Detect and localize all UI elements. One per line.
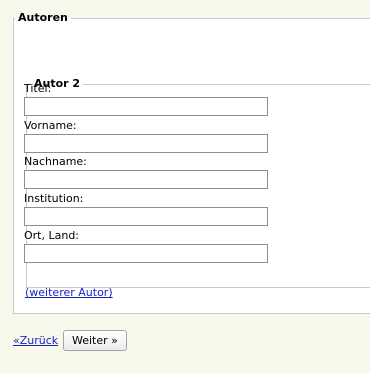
next-button[interactable]: Weiter » [63, 330, 127, 351]
location-input[interactable] [24, 244, 268, 263]
title-label: Titel: [24, 82, 52, 95]
authors-legend: Autoren [18, 11, 68, 24]
location-label: Ort, Land: [24, 229, 80, 242]
first-name-input[interactable] [24, 134, 268, 153]
last-name-label: Nachname: [24, 155, 87, 168]
title-input[interactable] [24, 97, 268, 116]
institution-label: Institution: [24, 192, 84, 205]
last-name-input[interactable] [24, 170, 268, 189]
back-link[interactable]: «Zurück [13, 334, 58, 347]
add-author-link[interactable]: (weiterer Autor) [25, 286, 113, 299]
institution-input[interactable] [24, 207, 268, 226]
first-name-label: Vorname: [24, 119, 77, 132]
